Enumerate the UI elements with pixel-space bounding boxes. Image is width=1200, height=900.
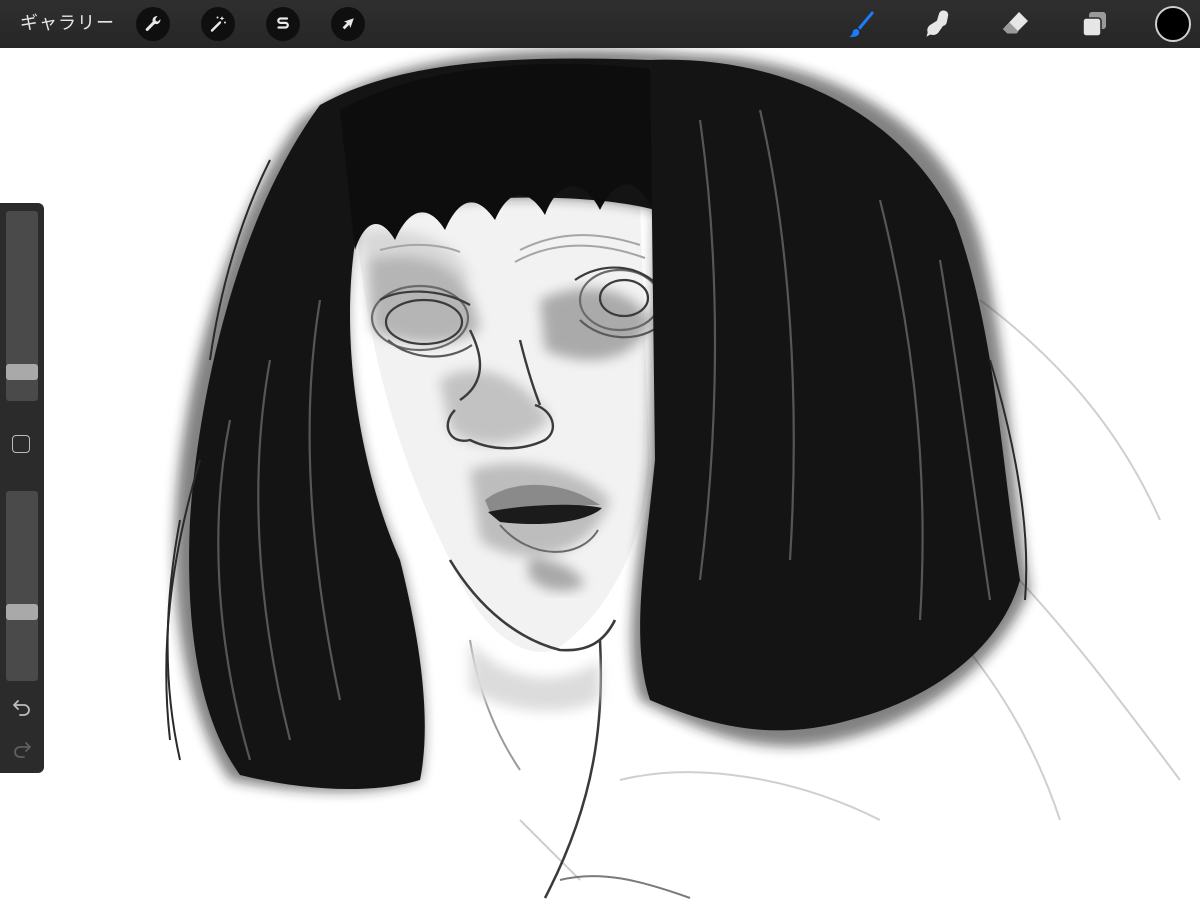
smudge-icon [926,10,949,37]
layers-button[interactable] [1077,6,1113,42]
color-picker-button[interactable] [1155,6,1191,42]
procreate-app: ギャラリー [0,0,1200,900]
top-toolbar: ギャラリー [0,0,1200,48]
modify-button[interactable] [12,435,30,453]
gallery-link[interactable]: ギャラリー [20,11,115,37]
transform-arrow-icon [342,18,354,30]
wrench-icon [145,16,161,32]
undo-icon [13,700,30,716]
opacity-slider-thumb[interactable] [6,604,38,620]
actions-button[interactable] [136,7,170,41]
layers-icon [1082,12,1106,37]
adjustments-button[interactable] [201,7,235,41]
selection-button[interactable] [266,7,300,41]
redo-icon [14,742,31,758]
brush-size-slider[interactable] [6,211,38,401]
eraser-icon [1003,12,1028,34]
brush-tool-button[interactable] [842,6,878,42]
magic-wand-icon [210,16,226,32]
redo-button[interactable] [10,738,34,760]
smudge-tool-button[interactable] [920,6,956,42]
drawing-canvas[interactable] [0,48,1200,900]
brush-size-slider-thumb[interactable] [6,364,38,380]
eraser-tool-button[interactable] [998,6,1034,42]
transform-button[interactable] [331,7,365,41]
opacity-slider[interactable] [6,491,38,681]
selection-s-icon [277,17,289,29]
brush-icon [849,11,874,37]
undo-button[interactable] [10,696,34,718]
left-sidebar [0,203,44,773]
